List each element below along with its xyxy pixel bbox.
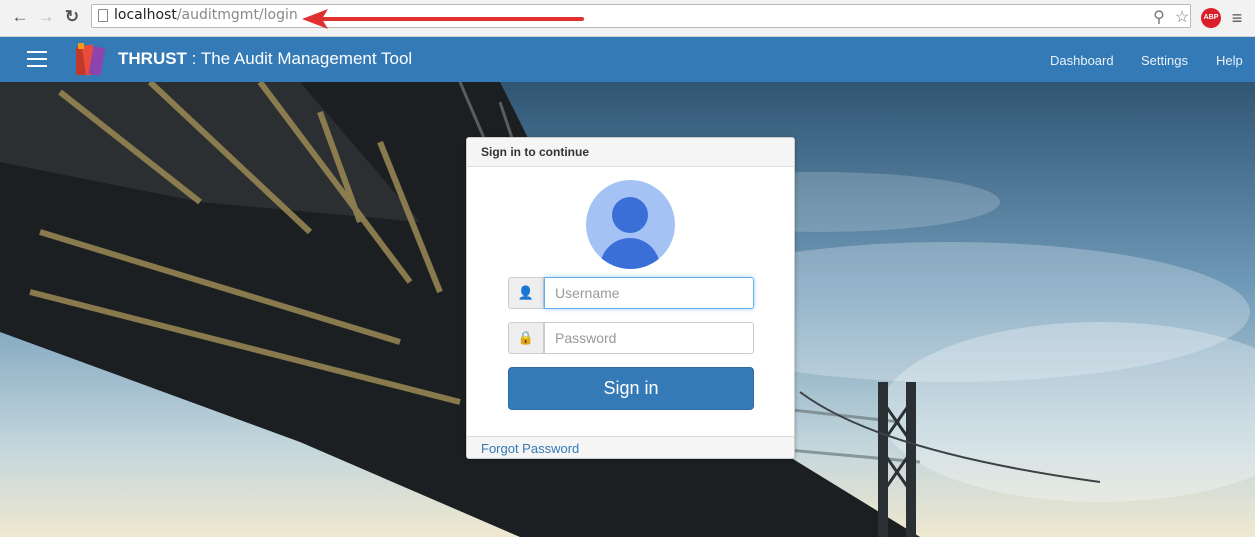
- nav-link-dashboard[interactable]: Dashboard: [1050, 53, 1114, 68]
- browser-toolbar: ← → ↻ localhost/auditmgmt/login ⚲ ☆ ABP …: [0, 0, 1255, 37]
- forgot-password-link[interactable]: Forgot Password: [481, 441, 579, 456]
- username-input[interactable]: [544, 277, 754, 309]
- login-panel-title: Sign in to continue: [467, 138, 794, 167]
- adblock-icon[interactable]: ABP: [1201, 8, 1221, 28]
- brand-name: THRUST: [118, 49, 187, 68]
- password-input-group: 🔒: [508, 322, 754, 354]
- nav-link-help[interactable]: Help: [1216, 53, 1243, 68]
- page-icon: [98, 9, 108, 22]
- nav-link-settings[interactable]: Settings: [1141, 53, 1188, 68]
- user-icon: 👤: [508, 277, 544, 309]
- reload-icon[interactable]: ↻: [62, 7, 82, 27]
- bookmark-star-icon[interactable]: ☆: [1172, 8, 1192, 28]
- key-icon[interactable]: ⚲: [1152, 8, 1166, 28]
- user-avatar-icon: [586, 180, 675, 269]
- chrome-menu-icon[interactable]: ≡: [1228, 8, 1246, 28]
- url-host: localhost: [114, 7, 177, 23]
- thrust-logo-icon: [76, 43, 106, 76]
- login-panel-footer: Forgot Password: [467, 436, 794, 458]
- url-path: /auditmgmt/login: [176, 7, 298, 23]
- address-url[interactable]: localhost/auditmgmt/login: [114, 7, 298, 23]
- username-input-group: 👤: [508, 277, 754, 309]
- red-annotation-arrow-icon: [302, 9, 584, 29]
- brand-subtitle: : The Audit Management Tool: [186, 49, 413, 68]
- login-panel: Sign in to continue 👤 🔒 Sign in Forgot P…: [466, 137, 795, 459]
- app-navbar: THRUST : The Audit Management Tool Dashb…: [0, 37, 1255, 82]
- sign-in-button[interactable]: Sign in: [508, 367, 754, 410]
- back-arrow-icon[interactable]: ←: [10, 7, 30, 27]
- lock-icon: 🔒: [508, 322, 544, 354]
- address-bar[interactable]: localhost/auditmgmt/login: [91, 4, 1191, 28]
- forward-arrow-icon[interactable]: →: [36, 7, 56, 27]
- app-brand-title[interactable]: THRUST : The Audit Management Tool: [118, 49, 412, 69]
- hamburger-menu-icon[interactable]: [27, 51, 47, 67]
- password-input[interactable]: [544, 322, 754, 354]
